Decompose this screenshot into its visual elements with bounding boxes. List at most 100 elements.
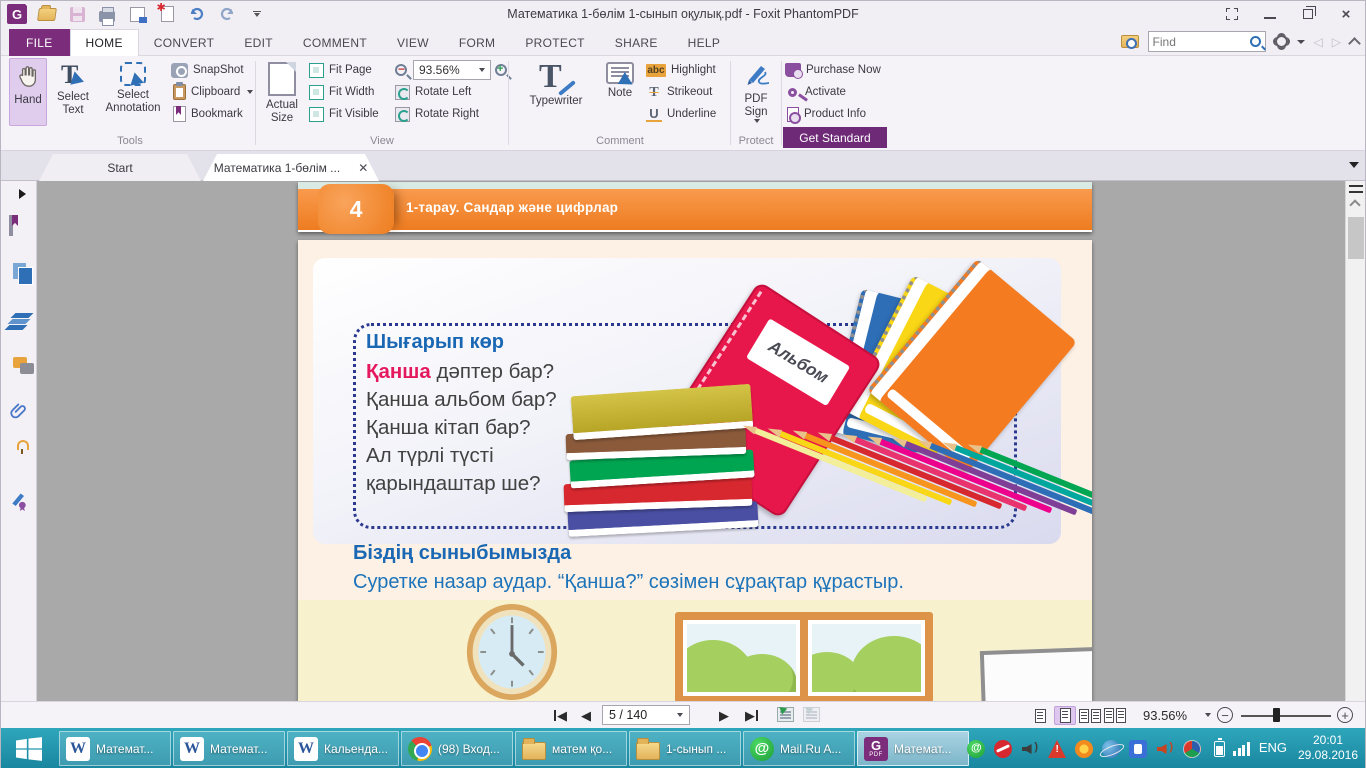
network-signal-icon[interactable] (1233, 740, 1251, 758)
attachments-panel-icon[interactable] (9, 401, 29, 421)
tab-share[interactable]: SHARE (600, 29, 673, 56)
snapshot-button[interactable]: SnapShot (171, 60, 244, 80)
email-icon[interactable] (127, 4, 147, 24)
hand-tool-button[interactable]: Hand (9, 58, 47, 126)
underline-button[interactable]: U Underline (646, 104, 716, 124)
strikeout-button[interactable]: T Strikeout (646, 82, 712, 102)
mailru-agent-tray-icon[interactable] (967, 740, 985, 758)
find-next-icon[interactable]: ▷ (1332, 35, 1341, 49)
previous-view-icon[interactable] (777, 707, 794, 722)
tab-comment[interactable]: COMMENT (288, 29, 382, 56)
updater-tray-icon[interactable] (1075, 740, 1093, 758)
continuous-layout-icon[interactable] (1054, 706, 1076, 725)
fit-visible-button[interactable]: Fit Visible (309, 104, 379, 124)
collapse-ribbon-icon[interactable] (1348, 37, 1361, 50)
zoom-slider-handle[interactable] (1273, 708, 1280, 722)
new-document-icon[interactable] (157, 4, 177, 24)
taskbar-button-folder-1[interactable]: матем қо... (515, 731, 627, 766)
foxit-logo-icon[interactable]: G (7, 4, 27, 24)
close-tab-icon[interactable]: ✕ (358, 161, 368, 175)
tab-protect[interactable]: PROTECT (510, 29, 599, 56)
first-page-button[interactable]: ◀ (553, 706, 567, 725)
previous-page-button[interactable]: ◀ (581, 706, 591, 725)
document-view[interactable]: 4 1-тарау. Сандар және цифрлар Шығарып к… (37, 181, 1345, 701)
continuous-facing-layout-icon[interactable] (1104, 706, 1126, 725)
rotate-left-button[interactable]: Rotate Left (395, 82, 471, 102)
tab-list-dropdown-icon[interactable] (1349, 162, 1359, 168)
clock[interactable]: 20:01 29.08.2016 (1293, 733, 1363, 763)
zoom-level-dropdown-icon[interactable] (1205, 713, 1211, 717)
gear-icon[interactable] (1275, 35, 1288, 48)
taskbar-button-chrome[interactable]: (98) Вход... (401, 731, 513, 766)
minimize-icon[interactable] (1259, 5, 1281, 23)
tab-home[interactable]: HOME (70, 29, 139, 56)
doc-tab-start[interactable]: Start (39, 154, 201, 181)
undo-icon[interactable] (187, 4, 207, 24)
bookmarks-panel-icon[interactable] (9, 215, 13, 236)
tab-edit[interactable]: EDIT (229, 29, 288, 56)
restore-icon[interactable] (1297, 5, 1319, 23)
single-page-layout-icon[interactable] (1029, 706, 1051, 725)
fullscreen-icon[interactable] (1221, 5, 1243, 23)
actual-size-button[interactable]: Actual Size (259, 58, 305, 126)
purchase-now-button[interactable]: Purchase Now (785, 60, 881, 80)
zoom-in-button[interactable]: + (1337, 707, 1353, 723)
customize-quick-access-icon[interactable] (247, 4, 267, 24)
fit-width-button[interactable]: Fit Width (309, 82, 374, 102)
expand-panel-icon[interactable] (19, 189, 26, 199)
color-sphere-tray-icon[interactable] (1183, 740, 1201, 758)
zoom-out-button[interactable] (395, 60, 407, 80)
doc-tab-document[interactable]: Математика 1-бөлім ... ✕ (203, 154, 379, 181)
vertical-scrollbar[interactable] (1345, 181, 1365, 701)
facing-layout-icon[interactable] (1079, 706, 1101, 725)
highlight-button[interactable]: abc Highlight (646, 60, 716, 80)
taskbar-button-foxit[interactable]: Математ... (857, 731, 969, 766)
note-button[interactable]: Note (598, 58, 642, 126)
taskbar-button-folder-2[interactable]: 1-сынып ... (629, 731, 741, 766)
tab-convert[interactable]: CONVERT (139, 29, 230, 56)
save-icon[interactable] (67, 4, 87, 24)
rotate-right-button[interactable]: Rotate Right (395, 104, 479, 124)
taskbar-button-mailru[interactable]: Mail.Ru A... (743, 731, 855, 766)
sound-app-tray-icon[interactable] (1156, 740, 1174, 758)
scroll-up-icon[interactable] (1349, 199, 1360, 210)
signature-panel-icon[interactable] (9, 491, 29, 511)
taskbar-button-word-2[interactable]: Математ... (173, 731, 285, 766)
taskbar-button-word-3[interactable]: Кальенда... (287, 731, 399, 766)
select-text-button[interactable]: T Select Text (49, 58, 97, 126)
zoom-slider-track[interactable] (1241, 715, 1331, 717)
battery-icon[interactable] (1214, 741, 1225, 757)
clipboard-button[interactable]: Clipboard (171, 82, 253, 102)
find-previous-icon[interactable]: ◁ (1314, 35, 1323, 49)
page-number-combobox[interactable]: 5 / 140 (602, 705, 690, 725)
tab-view[interactable]: VIEW (382, 29, 444, 56)
tab-form[interactable]: FORM (444, 29, 511, 56)
search-in-folder-icon[interactable] (1121, 35, 1139, 48)
find-input[interactable] (1153, 35, 1250, 49)
planet-tray-icon[interactable] (1102, 740, 1120, 758)
next-view-icon[interactable] (803, 707, 820, 722)
warning-tray-icon[interactable] (1048, 740, 1066, 758)
pdf-sign-button[interactable]: PDF Sign (733, 58, 779, 126)
antivirus-tray-icon[interactable] (994, 740, 1012, 758)
language-indicator[interactable]: ENG (1259, 740, 1287, 755)
start-button[interactable] (1, 728, 57, 768)
tab-help[interactable]: HELP (673, 29, 736, 56)
get-standard-button[interactable]: Get Standard (783, 127, 887, 148)
next-page-button[interactable]: ▶ (719, 706, 729, 725)
zoom-combobox[interactable]: 93.56% (413, 60, 491, 80)
tab-file[interactable]: FILE (9, 29, 70, 56)
select-annotation-button[interactable]: Select Annotation (99, 58, 167, 126)
print-icon[interactable] (97, 4, 117, 24)
taskbar-button-word-1[interactable]: Математ... (59, 731, 171, 766)
bookmark-button[interactable]: Bookmark (171, 104, 243, 124)
gear-dropdown-icon[interactable] (1297, 40, 1305, 44)
ime-tool-tray-icon[interactable] (1129, 740, 1147, 758)
activate-button[interactable]: Activate (785, 82, 846, 102)
open-file-icon[interactable] (37, 4, 57, 24)
split-view-handle-icon[interactable] (1349, 185, 1363, 193)
typewriter-button[interactable]: T Typewriter (518, 58, 594, 126)
volume-tray-icon[interactable] (1021, 740, 1039, 758)
last-page-button[interactable]: ▶ (745, 706, 759, 725)
product-info-button[interactable]: Product Info (785, 104, 866, 124)
